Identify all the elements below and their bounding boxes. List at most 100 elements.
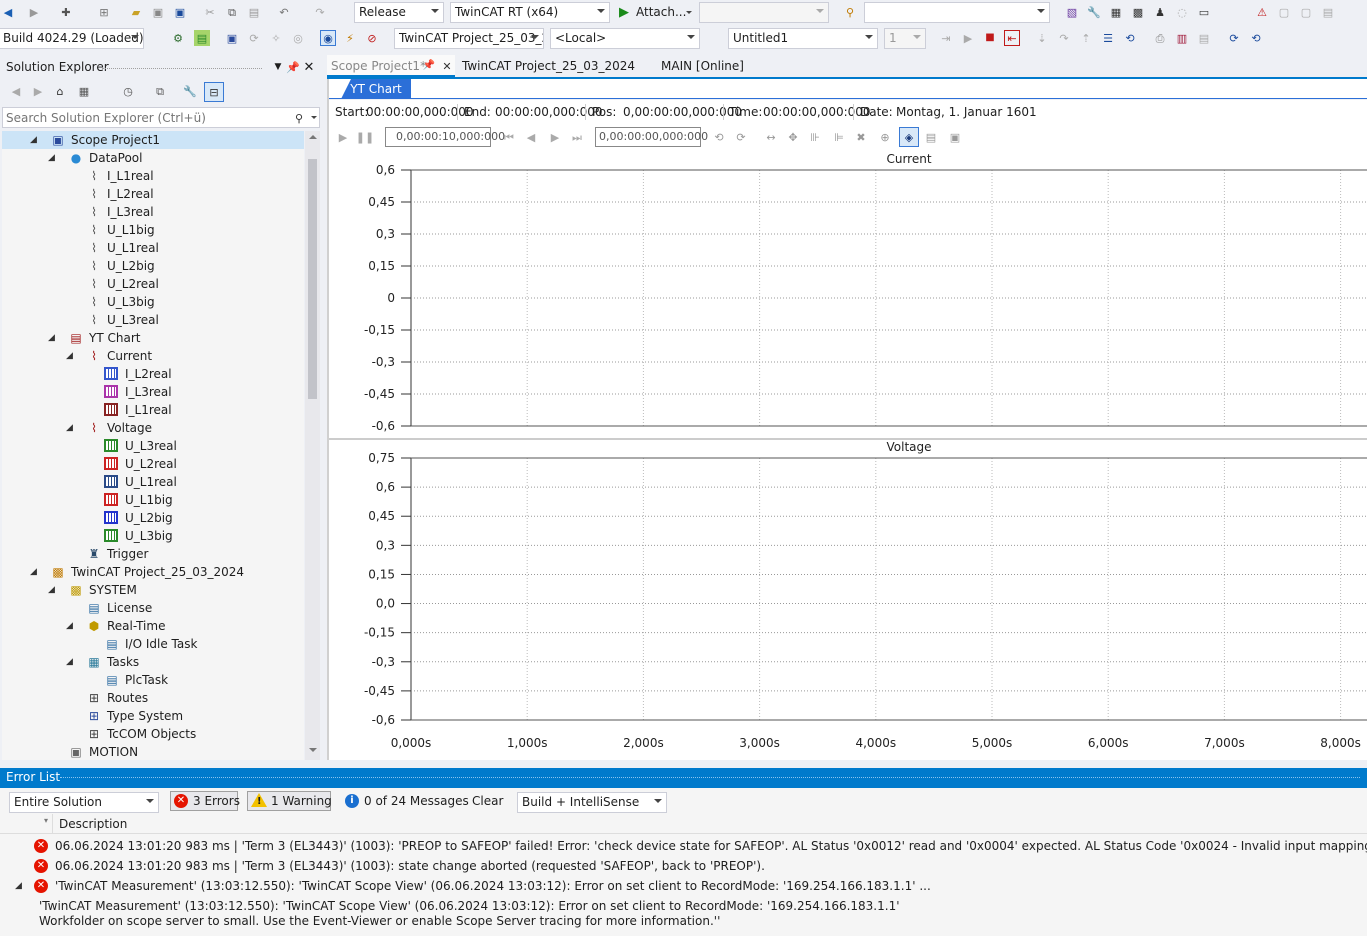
collapse-all-icon[interactable]: ⧉ bbox=[152, 83, 168, 99]
copy-icon[interactable]: ⧉ bbox=[224, 4, 240, 20]
plc-project-combo[interactable]: Untitled1 bbox=[728, 28, 878, 49]
preview-icon[interactable]: ⊟ bbox=[204, 82, 224, 102]
solution-search-box[interactable]: ⚲ bbox=[2, 107, 320, 128]
screenshot-icon[interactable]: ▣ bbox=[947, 129, 963, 145]
go-prev-icon[interactable]: ◀ bbox=[523, 129, 539, 145]
delete-cursor-icon[interactable]: ✖ bbox=[853, 129, 869, 145]
plc-start-icon[interactable]: ▶ bbox=[960, 30, 976, 46]
window-icon[interactable]: ▢ bbox=[1276, 4, 1292, 20]
tree-node[interactable]: U_L1real bbox=[2, 473, 304, 491]
scope-play-icon[interactable]: ▶ bbox=[335, 129, 351, 145]
reset-icon[interactable]: ⟲ bbox=[1122, 30, 1138, 46]
build-filter-combo[interactable]: Build + IntelliSense bbox=[517, 792, 667, 813]
terminal-icon[interactable]: ▭ bbox=[1196, 4, 1212, 20]
tree-scrollbar[interactable] bbox=[305, 131, 320, 760]
switch-views-icon[interactable]: ▦ bbox=[76, 83, 92, 99]
open-folder-icon[interactable]: ▰ bbox=[128, 4, 144, 20]
login-icon[interactable]: ⇥ bbox=[938, 30, 954, 46]
attach-target-combo[interactable] bbox=[699, 2, 829, 23]
tree-node[interactable]: ⌇ I_L3real bbox=[2, 203, 304, 221]
tree-node[interactable]: ▤ PlcTask bbox=[2, 671, 304, 689]
go-first-icon[interactable]: ⏮ bbox=[501, 129, 517, 145]
tree-node[interactable]: ⌇ I_L1real bbox=[2, 167, 304, 185]
close-panel-icon[interactable]: ✕ bbox=[301, 59, 317, 75]
cut-icon[interactable]: ✂ bbox=[202, 4, 218, 20]
toggle-free-run-icon[interactable]: ◎ bbox=[290, 30, 306, 46]
new-item-icon[interactable]: ✚ bbox=[58, 4, 74, 20]
window2-icon[interactable]: ▢ bbox=[1298, 4, 1314, 20]
pan-horizontal-icon[interactable]: ↔ bbox=[763, 129, 779, 145]
tree-node[interactable]: ⌇ U_L2real bbox=[2, 275, 304, 293]
tree-node[interactable]: U_L2big bbox=[2, 509, 304, 527]
scan-icon[interactable]: ✧ bbox=[268, 30, 284, 46]
tree-node[interactable]: ▤ License bbox=[2, 599, 304, 617]
go-next-icon[interactable]: ▶ bbox=[547, 129, 563, 145]
interval-field[interactable]: 0,00:00:10,000:000 bbox=[385, 127, 505, 147]
error-scope-combo[interactable]: Entire Solution bbox=[9, 792, 159, 813]
run-mode-icon[interactable]: ▤ bbox=[194, 30, 210, 46]
back-icon[interactable]: ◀ bbox=[0, 4, 16, 20]
refresh-icon[interactable]: ⟳ bbox=[1226, 30, 1242, 46]
column-description[interactable]: Description bbox=[59, 817, 127, 831]
pin-icon[interactable]: 📌 bbox=[285, 59, 301, 75]
scroll-up-icon[interactable] bbox=[309, 135, 317, 139]
tab-main-online[interactable]: MAIN [Online] bbox=[655, 55, 755, 77]
solution-search-input[interactable] bbox=[6, 109, 286, 126]
tree-node[interactable]: ⌇ U_L3real bbox=[2, 311, 304, 329]
nav-back-icon[interactable]: ◀ bbox=[8, 83, 24, 99]
redo-zoom-icon[interactable]: ⟳ bbox=[733, 129, 749, 145]
briefcase-icon[interactable]: ▩ bbox=[1130, 4, 1146, 20]
attach-button[interactable]: Attach... bbox=[636, 5, 686, 19]
tree-node[interactable]: ▤ I/O Idle Task bbox=[2, 635, 304, 653]
scroll-down-icon[interactable] bbox=[309, 748, 317, 752]
expand-toggle-icon[interactable]: ◢ bbox=[30, 131, 40, 149]
tree-scroll-thumb[interactable] bbox=[308, 159, 317, 399]
tree-node[interactable]: U_L3real bbox=[2, 437, 304, 455]
build-version-combo[interactable]: Build 4024.29 (Loaded) bbox=[0, 28, 144, 49]
forward-icon[interactable]: ▶ bbox=[26, 4, 42, 20]
warnings-filter-button[interactable]: ! 1 Warning bbox=[247, 791, 332, 811]
tree-node[interactable]: I_L3real bbox=[2, 383, 304, 401]
tree-node[interactable]: ◢ ▦ Tasks bbox=[2, 653, 304, 671]
platform-combo[interactable]: TwinCAT RT (x64) bbox=[450, 2, 610, 23]
redo-icon[interactable]: ↷ bbox=[312, 4, 328, 20]
tree-node[interactable]: ◢ ▣ Scope Project1 bbox=[2, 131, 304, 149]
cursor2-icon[interactable]: ⊫ bbox=[831, 129, 847, 145]
home-icon[interactable]: ⌂ bbox=[52, 83, 68, 99]
collapse-row-icon[interactable]: ◢ bbox=[15, 876, 22, 896]
tree-node[interactable]: ⌇ U_L3big bbox=[2, 293, 304, 311]
window-position-icon[interactable]: ▼ bbox=[270, 59, 286, 75]
properties-wrench-icon[interactable]: 🔧 bbox=[1086, 4, 1102, 20]
tree-node[interactable]: ♜ Trigger bbox=[2, 545, 304, 563]
tree-node[interactable]: ⊞ TcCOM Objects bbox=[2, 725, 304, 743]
expand-toggle-icon[interactable]: ◢ bbox=[48, 329, 58, 347]
scope-stop-icon[interactable]: ⊘ bbox=[364, 30, 380, 46]
paste-icon[interactable]: ▤ bbox=[246, 4, 262, 20]
tree-node[interactable]: ◢ ⬢ Real-Time bbox=[2, 617, 304, 635]
tree-node[interactable]: ⌇ U_L1real bbox=[2, 239, 304, 257]
tree-node[interactable]: I_L2real bbox=[2, 365, 304, 383]
undo-zoom-icon[interactable]: ⟲ bbox=[711, 129, 727, 145]
step-out-icon[interactable]: ⇡ bbox=[1078, 30, 1094, 46]
zoom-icon[interactable]: ⊕ bbox=[877, 129, 893, 145]
scope-start-icon[interactable]: ⚡ bbox=[342, 30, 358, 46]
pending-changes-icon[interactable]: ◷ bbox=[120, 83, 136, 99]
search-icon[interactable]: ⚲ bbox=[291, 110, 307, 126]
diagnostics-icon[interactable]: ⚠ bbox=[1254, 4, 1270, 20]
save-all-icon[interactable]: ▣ bbox=[172, 4, 188, 20]
logout-icon[interactable]: ⇤ bbox=[1004, 30, 1020, 46]
tab-twincat-project[interactable]: TwinCAT Project_25_03_2024 bbox=[457, 55, 643, 77]
errors-filter-button[interactable]: ✕ 3 Errors bbox=[170, 791, 240, 811]
pan-icon[interactable]: ✥ bbox=[785, 129, 801, 145]
plc-stop-icon[interactable]: ■ bbox=[982, 30, 998, 46]
export-icon[interactable]: ▤ bbox=[1196, 30, 1212, 46]
position-field[interactable]: 0,00:00:00,000:000 bbox=[595, 127, 708, 147]
tree-node[interactable]: I_L1real bbox=[2, 401, 304, 419]
add-item-icon[interactable]: ⊞ bbox=[96, 4, 112, 20]
find-in-files-icon[interactable]: ⚲ bbox=[842, 4, 858, 20]
tree-node[interactable]: ◢ ● DataPool bbox=[2, 149, 304, 167]
step-into-icon[interactable]: ⇣ bbox=[1034, 30, 1050, 46]
go-last-icon[interactable]: ⏭ bbox=[569, 129, 585, 145]
bookmark-icon[interactable]: ▥ bbox=[1174, 30, 1190, 46]
network-icon[interactable]: ◌ bbox=[1174, 4, 1190, 20]
